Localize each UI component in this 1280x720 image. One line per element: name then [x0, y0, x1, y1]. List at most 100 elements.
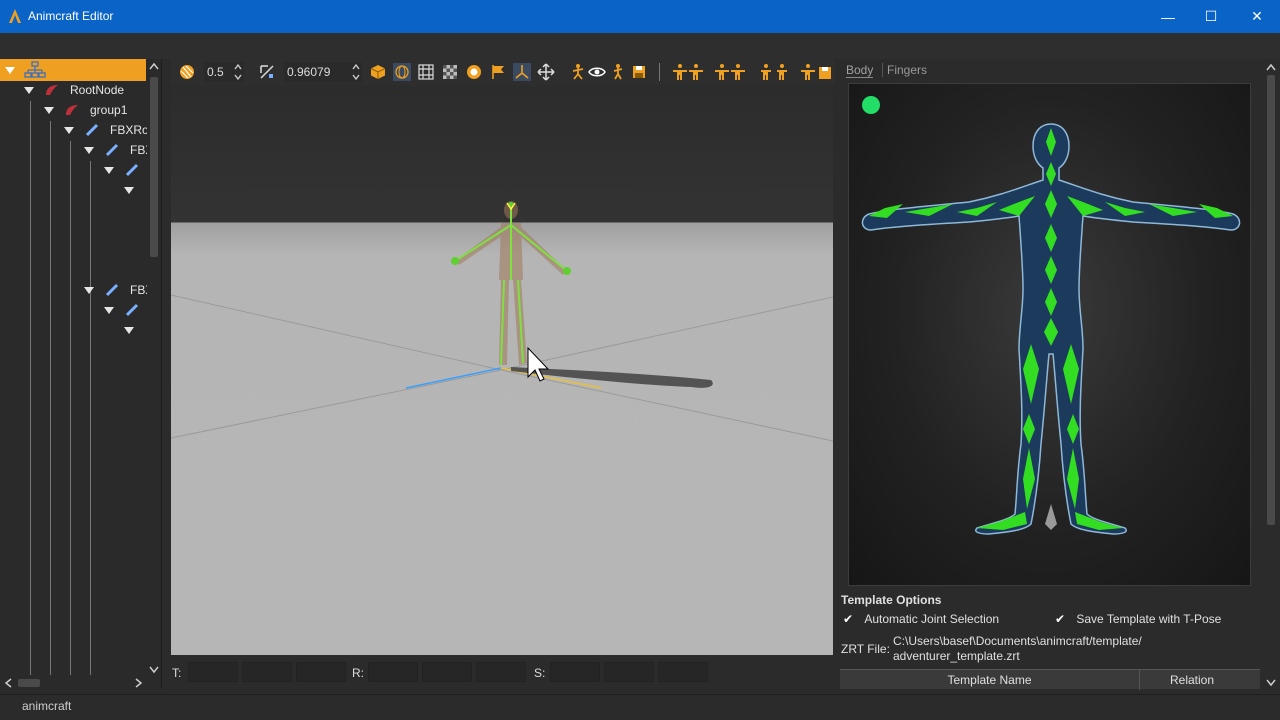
zrt-file-path[interactable]: C:\Users\basef\Documents\animcraft/templ… — [893, 634, 1142, 664]
scale-label: S: — [534, 666, 546, 680]
tree-guide-line — [70, 141, 71, 675]
close-button[interactable]: ✕ — [1234, 0, 1280, 33]
chevron-down-icon[interactable] — [149, 666, 159, 674]
checker-icon[interactable] — [441, 63, 459, 81]
translate-x-field[interactable] — [188, 662, 238, 682]
bone-icon — [125, 163, 139, 177]
tree-guide-line — [30, 101, 31, 675]
save-icon[interactable] — [630, 63, 648, 81]
tree-guide-line — [90, 161, 91, 675]
rotate-z-field[interactable] — [476, 662, 526, 682]
scale-stepper[interactable]: 0.96079 — [284, 62, 362, 82]
panel-vertical-scrollbar[interactable] — [1264, 61, 1278, 689]
hierarchy-icon — [24, 61, 46, 78]
collapse-arrow-icon[interactable] — [64, 127, 74, 134]
joint-load-icon[interactable] — [612, 63, 630, 81]
tab-fingers[interactable]: Fingers — [887, 63, 927, 77]
collapse-arrow-icon[interactable] — [124, 327, 134, 334]
pose-save-icon[interactable] — [799, 63, 833, 81]
rotate-x-field[interactable] — [368, 662, 418, 682]
body-silhouette — [861, 96, 1241, 535]
translate-z-field[interactable] — [296, 662, 346, 682]
scale-icon[interactable] — [258, 63, 276, 81]
tab-divider — [882, 63, 883, 77]
tree-item-label: RootNode — [70, 83, 125, 97]
scrollbar-thumb[interactable] — [150, 77, 158, 257]
app-logo-icon — [9, 9, 21, 23]
body-map-view[interactable] — [848, 83, 1251, 586]
zrt-path-line1: C:\Users\basef\Documents\animcraft/templ… — [893, 634, 1142, 648]
title-bar: Animcraft Editor — ☐ ✕ — [0, 0, 1280, 33]
collapse-arrow-icon[interactable] — [24, 87, 34, 94]
maximize-icon: ☐ — [1204, 8, 1218, 24]
scale-y-field[interactable] — [604, 662, 654, 682]
bone-icon — [85, 123, 99, 137]
opacity-stepper[interactable]: 0.5 — [204, 62, 244, 82]
menu-strip — [0, 33, 1280, 59]
collapse-arrow-icon[interactable] — [84, 147, 94, 154]
collapse-arrow-icon[interactable] — [84, 287, 94, 294]
light-icon[interactable] — [465, 63, 483, 81]
save-tpose-checkbox[interactable]: ✔ Save Template with T-Pose — [1055, 612, 1221, 626]
chevron-down-icon[interactable] — [1266, 679, 1276, 687]
joint-link-icon[interactable] — [569, 63, 587, 81]
minimize-button[interactable]: — — [1145, 0, 1191, 33]
collapse-arrow-icon[interactable] — [104, 307, 114, 314]
check-icon: ✔ — [843, 612, 854, 626]
group-icon — [66, 105, 78, 115]
rotate-label: R: — [352, 666, 364, 680]
scale-z-field[interactable] — [658, 662, 708, 682]
column-header-template-name[interactable]: Template Name — [840, 670, 1140, 690]
translate-y-field[interactable] — [242, 662, 292, 682]
scrollbar-thumb[interactable] — [18, 679, 40, 687]
column-header-relation[interactable]: Relation — [1140, 670, 1244, 690]
axis-icon[interactable] — [513, 63, 531, 81]
pose-c-icon[interactable] — [757, 63, 791, 81]
toolbar-separator — [659, 63, 660, 81]
chevron-up-icon[interactable] — [1266, 63, 1276, 71]
tree-horizontal-scrollbar[interactable] — [0, 675, 147, 689]
scene-tree-panel: RootNode group1 FBXRoo FBX FBX — [0, 59, 162, 689]
node-icon — [46, 85, 58, 95]
zrt-path-line2: adventurer_template.zrt — [893, 649, 1020, 663]
character-template-panel: Body Fingers Template Options ✔ Automati… — [840, 59, 1280, 691]
collapse-arrow-icon[interactable] — [124, 187, 134, 194]
3d-viewport[interactable] — [171, 85, 833, 655]
auto-joint-label: Automatic Joint Selection — [864, 612, 1000, 626]
wireframe-icon[interactable] — [393, 63, 411, 81]
chevron-up-icon[interactable] — [149, 62, 159, 70]
scale-x-field[interactable] — [550, 662, 600, 682]
save-tpose-label: Save Template with T-Pose — [1076, 612, 1222, 626]
window-title: Animcraft Editor — [28, 9, 114, 23]
tree-vertical-scrollbar[interactable] — [147, 59, 161, 683]
rotate-y-field[interactable] — [422, 662, 472, 682]
tree-root-row[interactable] — [0, 59, 146, 81]
bone-icon — [105, 283, 119, 297]
tree-item-label: group1 — [90, 103, 128, 117]
pose-a-icon[interactable] — [671, 63, 705, 81]
tab-body[interactable]: Body — [846, 63, 874, 78]
auto-joint-checkbox[interactable]: ✔ Automatic Joint Selection — [843, 612, 999, 626]
stepper-arrows-icon[interactable] — [352, 63, 360, 83]
chevron-left-icon[interactable] — [4, 678, 12, 688]
box-icon[interactable] — [369, 63, 387, 81]
collapse-arrow-icon[interactable] — [44, 107, 54, 114]
scrollbar-thumb[interactable] — [1267, 75, 1275, 525]
move-icon[interactable] — [537, 63, 555, 81]
collapse-arrow-icon[interactable] — [5, 67, 15, 74]
chevron-right-icon[interactable] — [135, 678, 143, 688]
opacity-icon[interactable] — [178, 63, 196, 81]
eye-icon[interactable] — [588, 63, 606, 81]
grid-icon[interactable] — [417, 63, 435, 81]
maximize-button[interactable]: ☐ — [1188, 0, 1234, 33]
collapse-arrow-icon[interactable] — [104, 167, 114, 174]
stepper-arrows-icon[interactable] — [234, 63, 242, 83]
zrt-file-label: ZRT File: — [841, 642, 890, 656]
viewport-toolbar: 0.5 0.96079 — [171, 59, 835, 85]
scene-canvas — [171, 201, 833, 442]
opacity-value: 0.5 — [207, 65, 224, 79]
close-icon: ✕ — [1251, 8, 1263, 24]
bone-icon — [105, 143, 119, 157]
flag-icon[interactable] — [489, 63, 507, 81]
pose-b-icon[interactable] — [713, 63, 747, 81]
